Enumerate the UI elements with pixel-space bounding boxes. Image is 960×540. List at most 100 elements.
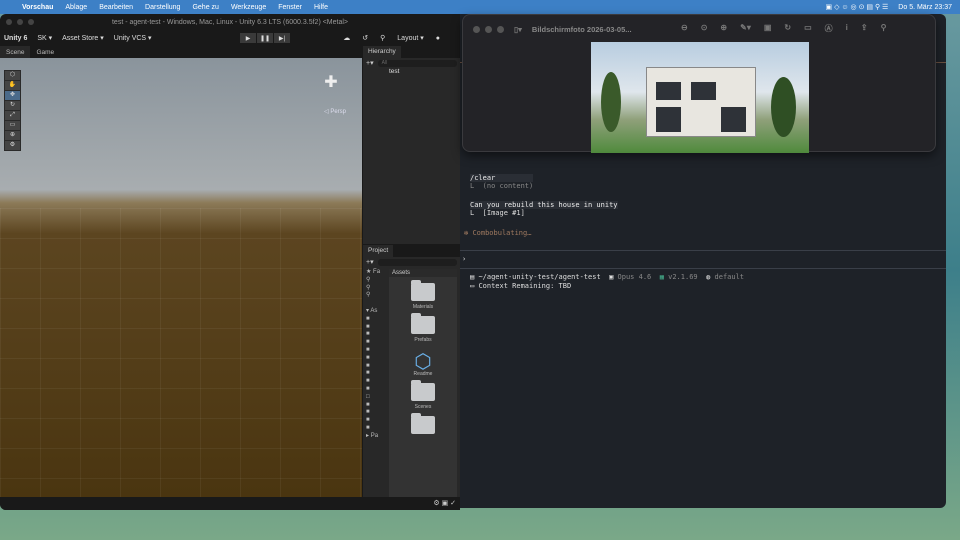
search-icon[interactable]: ⚲ [380, 34, 385, 42]
menu-fenster[interactable]: Fenster [278, 4, 302, 11]
folder-icon [411, 280, 435, 301]
tree-favorites: ★ Fa [366, 269, 381, 275]
hand-tool-icon[interactable]: ✋ [5, 81, 20, 90]
tab-project[interactable]: Project [363, 245, 394, 257]
version-text: v2.1.69 [668, 273, 698, 281]
hierarchy-panel: Hierarchy +▾ All test [363, 46, 460, 244]
asset-scenes[interactable]: Scenes [393, 380, 453, 410]
preview-title: Bildschirmfoto 2026-03-05... [531, 24, 632, 34]
persp-label[interactable]: ◁ Persp [324, 108, 346, 115]
style-icon: ◍ [706, 273, 711, 281]
preview-window[interactable]: ▯▾ Bildschirmfoto 2026-03-05... ⊖ ⊙ ⊕ ✎▾ ▣ ↻ ▭… [462, 14, 936, 153]
asset-grid: Assets Materials Prefabs ⬡ Readme Scenes [389, 269, 457, 497]
prompt-input[interactable]: › [462, 255, 466, 263]
tree-packages: ▸ Pa [366, 432, 379, 439]
menu-bearbeiten[interactable]: Bearbeiten [99, 4, 133, 11]
window-title: test - agent-test - Windows, Mac, Linux … [111, 18, 349, 26]
zoom-fit-icon[interactable]: ⊙ [701, 23, 708, 34]
folder-icon: ▤ [470, 273, 475, 281]
context-text: Context Remaining: TBD [478, 282, 572, 290]
unity-status-bar: ⚙ ▣ ✓ [0, 497, 460, 510]
project-panel: Project +▾ ★ Fa ⚲ ⚲ ⚲ ▾ As ■ ■ ■ ■ ■ ■ ■ ■ ■ ■ □ ■ ■ ■ ■… [363, 245, 460, 497]
menu-darstellung[interactable]: Darstellung [145, 4, 180, 11]
status-icons[interactable]: ⚙ ▣ ✓ [433, 499, 456, 507]
menu-app[interactable]: Vorschau [22, 4, 53, 11]
robot-icon: ▣ [609, 273, 614, 281]
asset-readme[interactable]: ⬡ Readme [393, 349, 453, 377]
custom-tool-icon[interactable]: ⚙ [5, 141, 20, 150]
version-icon: ▦ [659, 273, 664, 281]
house-screenshot-image [591, 42, 809, 153]
layout-dropdown[interactable]: Layout ▾ [397, 34, 423, 42]
menu-bar: Vorschau Ablage Bearbeiten Darstellung G… [0, 0, 960, 14]
hierarchy-search[interactable]: All [377, 59, 457, 67]
clock[interactable]: Do 5. März 23:37 [898, 4, 952, 11]
transform-tool-icon[interactable]: ⊕ [5, 131, 20, 140]
tab-game[interactable]: Game [30, 46, 60, 58]
rect-tool-icon[interactable]: ▭ [5, 121, 20, 130]
cloud-icon[interactable]: ☁ [343, 34, 350, 42]
status-icons[interactable]: ▣ ◇ ☺ ◎ ⊙ ▤ ⚲ ☰ [826, 3, 889, 11]
unity-toolbar: Unity 6 SK ▾ Asset Store ▾ Unity VCS ▾ ▶… [0, 30, 460, 46]
user-message: /clear [470, 174, 534, 182]
asset-folder[interactable] [393, 413, 453, 434]
asset-prefabs[interactable]: Prefabs [393, 313, 453, 343]
unity-title-bar: test - agent-test - Windows, Mac, Linux … [0, 14, 460, 30]
tab-scene[interactable]: Scene [0, 46, 31, 58]
step-button[interactable]: ▶| [274, 33, 290, 43]
add-button[interactable]: +▾ [366, 59, 374, 67]
folder-icon [411, 380, 435, 401]
asset-store-button[interactable]: Asset Store ▾ [62, 34, 104, 42]
output-line: [Image #1] [482, 209, 525, 217]
sidebar-toggle-icon[interactable]: ▯▾ [514, 25, 522, 34]
add-asset-button[interactable]: +▾ [366, 258, 374, 266]
crop-icon[interactable]: ▣ [764, 23, 772, 34]
window-controls[interactable] [473, 25, 504, 33]
unity-vcs-button[interactable]: Unity VCS ▾ [114, 34, 152, 42]
share-icon[interactable]: ⇪ [861, 23, 868, 34]
status-text: Combobulating… [472, 229, 532, 237]
path-text: ~/agent-unity-test/agent-test [478, 273, 601, 281]
context-icon: ▭ [470, 282, 475, 290]
folder-icon [411, 313, 435, 334]
unity-editor-window: test - agent-test - Windows, Mac, Linux … [0, 14, 460, 510]
rotate-icon[interactable]: ↻ [784, 23, 791, 34]
ground-grid [0, 208, 362, 497]
markup-icon[interactable]: ✎▾ [740, 23, 751, 34]
play-button[interactable]: ▶ [240, 33, 256, 43]
menu-gehe-zu[interactable]: Gehe zu [192, 4, 218, 11]
scale-tool-icon[interactable]: ⤢ [5, 111, 20, 120]
account-button[interactable]: SK ▾ [37, 34, 52, 42]
window-controls[interactable] [6, 19, 34, 25]
folder-icon [411, 413, 435, 434]
pause-button[interactable]: ❚❚ [257, 33, 273, 43]
project-tree[interactable]: ★ Fa ⚲ ⚲ ⚲ ▾ As ■ ■ ■ ■ ■ ■ ■ ■ ■ ■ □ ■ ■ ■ ■ ▸ Pa [363, 269, 389, 497]
readme-cube-icon: ⬡ [414, 351, 432, 373]
assets-breadcrumb[interactable]: Assets [389, 269, 457, 277]
rotate-tool-icon[interactable]: ↻ [5, 101, 20, 110]
history-icon[interactable]: ↺ [362, 34, 368, 42]
menu-werkzeuge[interactable]: Werkzeuge [231, 4, 266, 11]
project-search[interactable] [377, 258, 457, 266]
tool-palette: ⬡ ✋ ✥ ↻ ⤢ ▭ ⊕ ⚙ [4, 70, 21, 151]
help-icon[interactable]: ● [436, 35, 440, 42]
zoom-out-icon[interactable]: ⊖ [681, 23, 688, 34]
orientation-gizmo-icon[interactable]: ✚ [314, 72, 348, 106]
menu-ablage[interactable]: Ablage [65, 4, 87, 11]
style-text: default [714, 273, 745, 281]
menu-hilfe[interactable]: Hilfe [314, 4, 328, 11]
asset-materials[interactable]: Materials [393, 280, 453, 310]
spinner-icon: ✻ [464, 229, 469, 237]
sign-icon[interactable]: Ⓐ [825, 23, 833, 34]
annotate-icon[interactable]: ▭ [804, 23, 812, 34]
view-options-icon[interactable]: ⬡ [5, 71, 20, 80]
tab-hierarchy[interactable]: Hierarchy [363, 46, 401, 58]
hierarchy-item-test[interactable]: test [363, 68, 460, 75]
unity-logo: Unity 6 [4, 34, 28, 42]
search-icon[interactable]: ⚲ [881, 23, 887, 34]
scene-view[interactable]: ⬡ ✋ ✥ ↻ ⤢ ▭ ⊕ ⚙ ✚ ◁ Persp ◐✥☀♪✦◉▣⚲✚▦ [0, 58, 362, 497]
info-icon[interactable]: i [846, 23, 848, 34]
zoom-in-icon[interactable]: ⊕ [720, 23, 727, 34]
tree-assets: ▾ As [366, 307, 378, 314]
move-tool-icon[interactable]: ✥ [5, 91, 20, 100]
